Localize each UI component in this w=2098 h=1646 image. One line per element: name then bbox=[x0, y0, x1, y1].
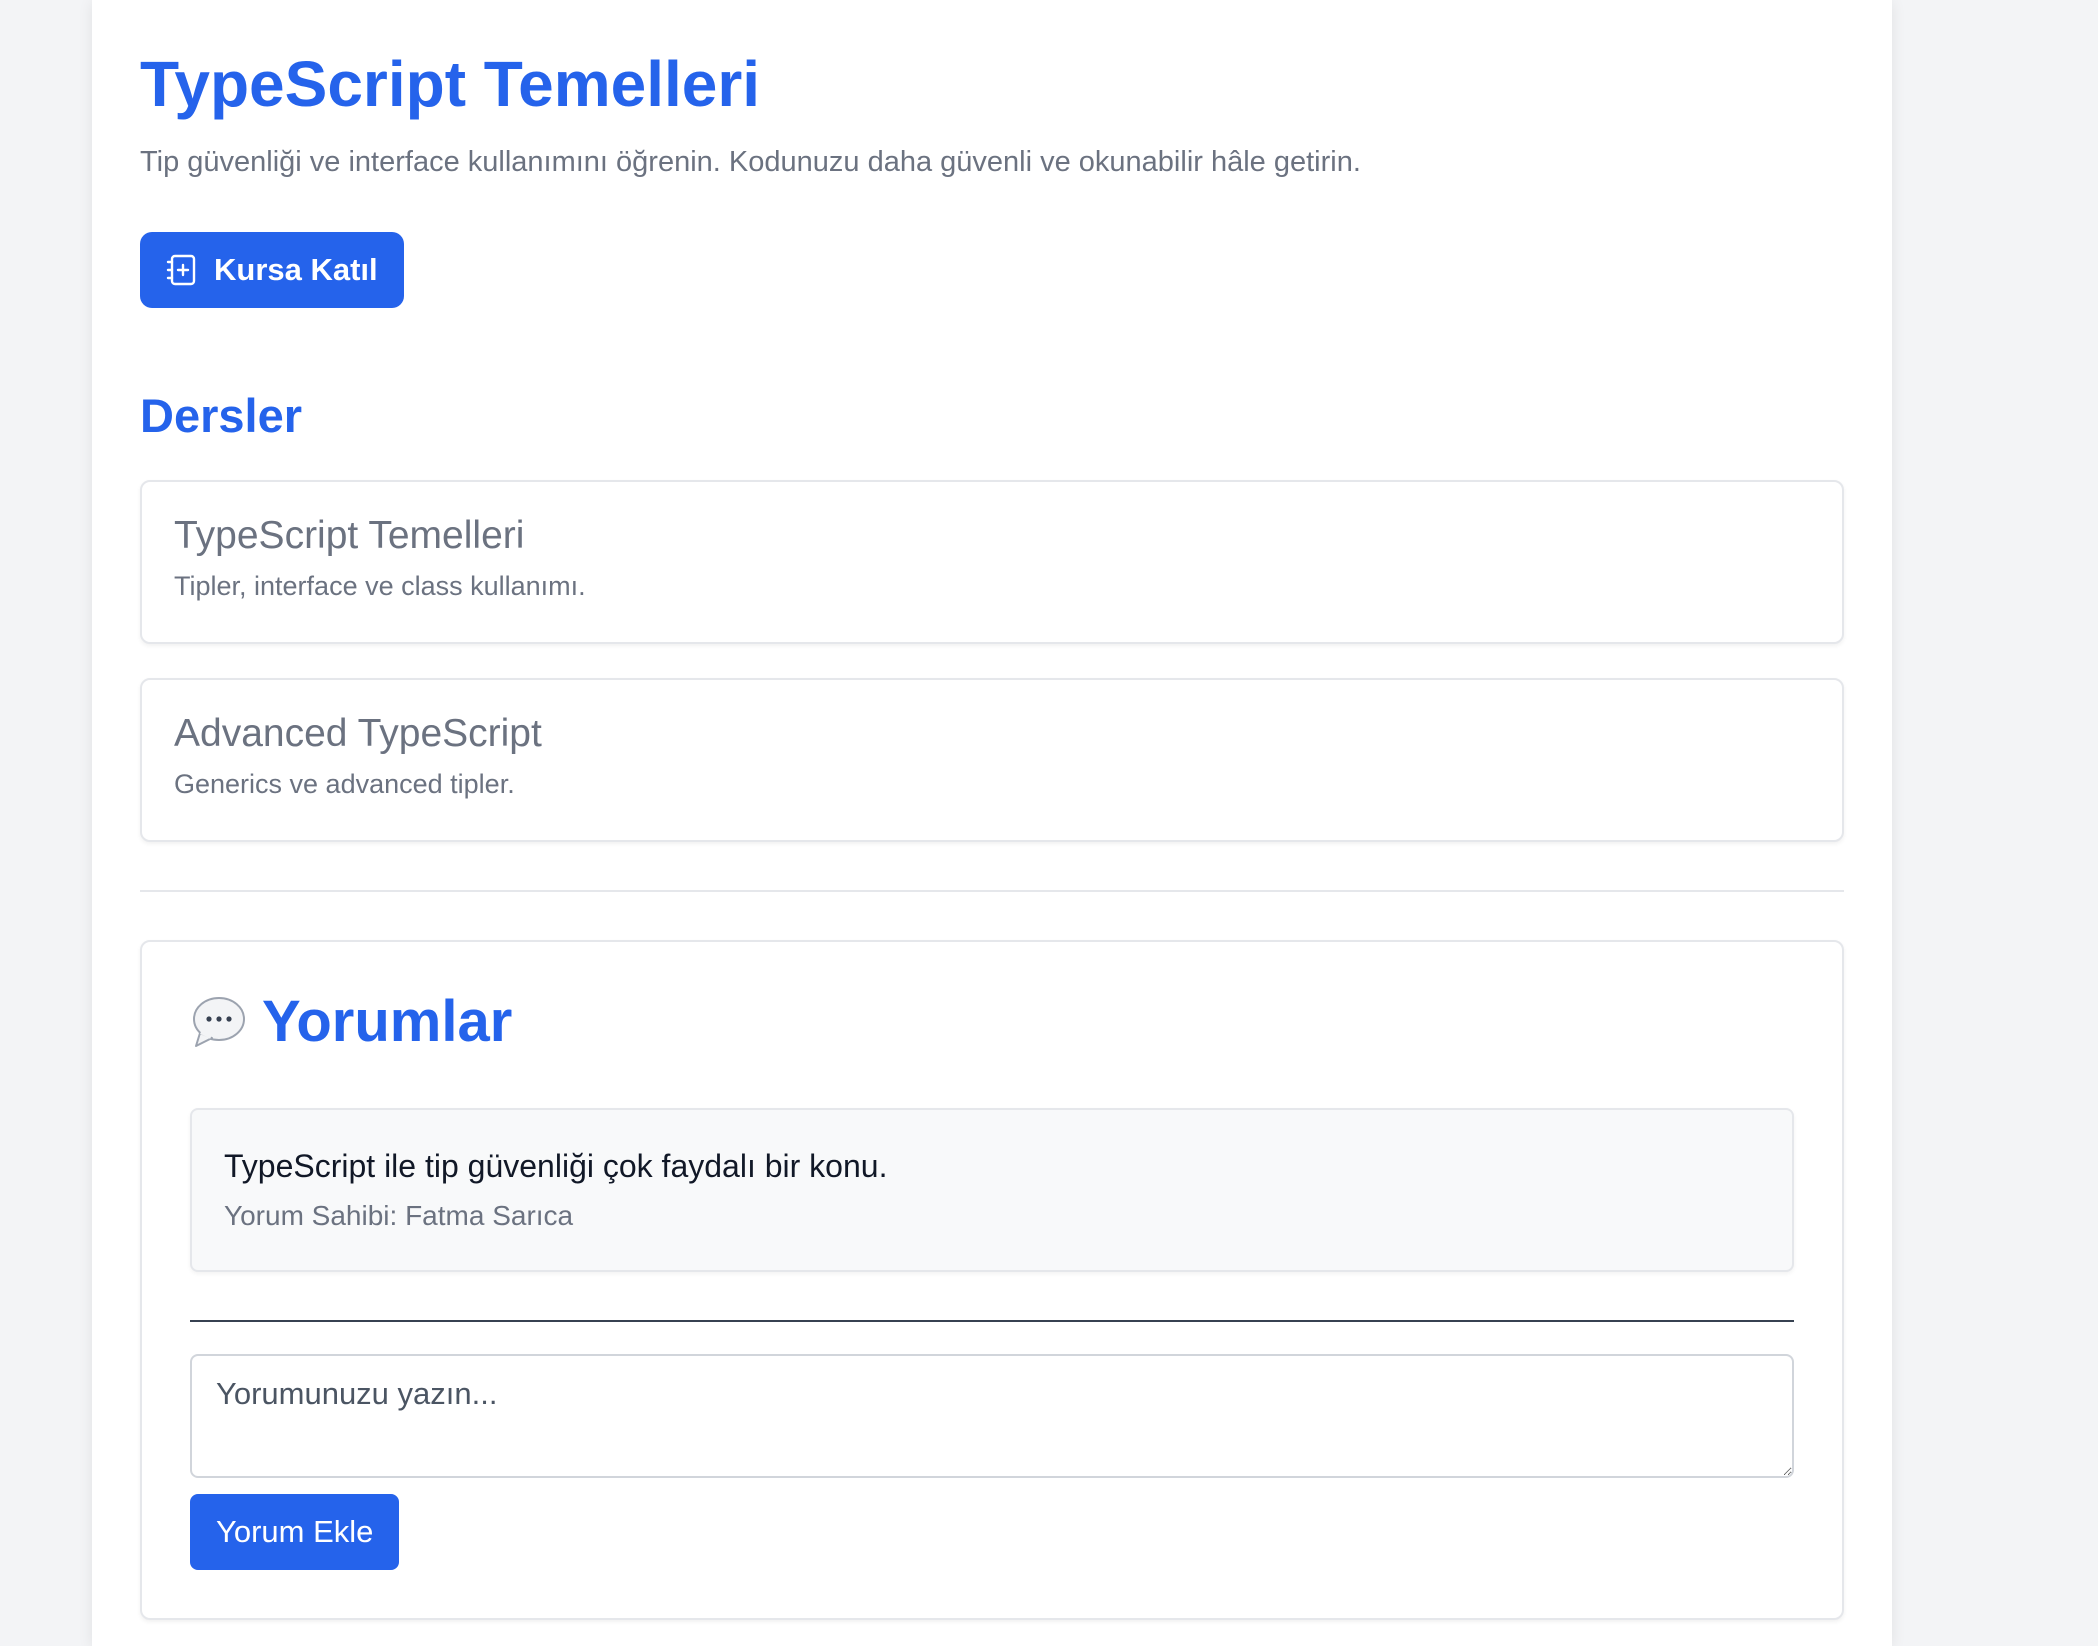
lesson-title: TypeScript Temelleri bbox=[174, 514, 525, 557]
join-course-button-label: Kursa Katıl bbox=[214, 252, 378, 287]
section-divider bbox=[140, 890, 1844, 892]
comment-input[interactable] bbox=[190, 1354, 1794, 1478]
add-notebook-icon bbox=[166, 253, 198, 287]
lessons-section-title: Dersler bbox=[140, 389, 302, 442]
comment-text: TypeScript ile tip güvenliği çok faydalı… bbox=[224, 1148, 888, 1184]
comments-title-label: Yorumlar bbox=[262, 989, 513, 1054]
course-description: Tip güvenliği ve interface kullanımını ö… bbox=[140, 146, 1361, 178]
lesson-description: Generics ve advanced tipler. bbox=[174, 769, 515, 799]
lesson-card[interactable]: TypeScript Temelleri Tipler, interface v… bbox=[140, 480, 1844, 644]
add-comment-button[interactable]: Yorum Ekle bbox=[190, 1494, 400, 1570]
lesson-description: Tipler, interface ve class kullanımı. bbox=[174, 571, 586, 601]
speech-bubble-icon bbox=[190, 993, 248, 1051]
comments-section-title: Yorumlar bbox=[190, 986, 1794, 1058]
page-title: TypeScript Temelleri bbox=[140, 48, 761, 120]
lesson-card[interactable]: Advanced TypeScript Generics ve advanced… bbox=[140, 678, 1844, 842]
lesson-list: TypeScript Temelleri Tipler, interface v… bbox=[140, 480, 1844, 842]
course-page-card: TypeScript Temelleri Tip güvenliği ve in… bbox=[92, 0, 1892, 1646]
comments-section: Yorumlar TypeScript ile tip güvenliği ço… bbox=[140, 940, 1844, 1620]
join-course-button[interactable]: Kursa Katıl bbox=[140, 232, 404, 308]
comment-item: TypeScript ile tip güvenliği çok faydalı… bbox=[190, 1108, 1794, 1272]
comment-author: Yorum Sahibi: Fatma Sarıca bbox=[224, 1200, 574, 1231]
lesson-title: Advanced TypeScript bbox=[174, 712, 542, 755]
comment-divider bbox=[190, 1320, 1794, 1322]
